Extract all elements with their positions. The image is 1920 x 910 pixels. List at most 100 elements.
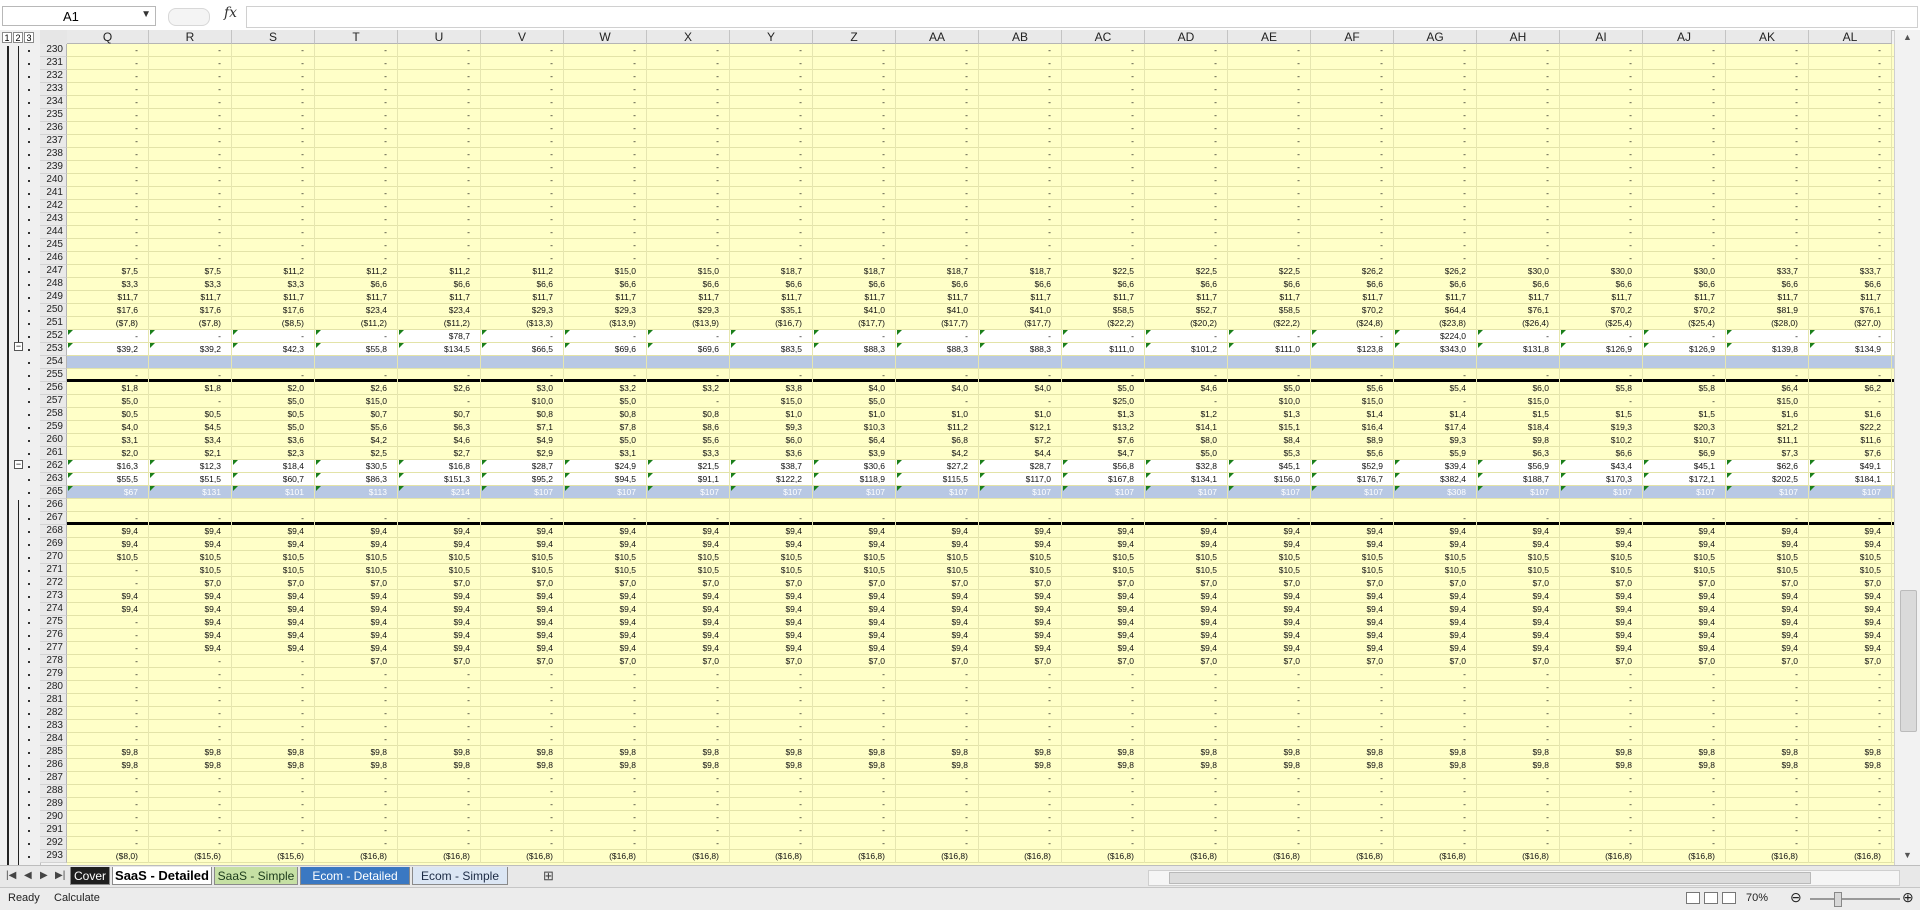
cell[interactable]: - — [647, 226, 730, 239]
cell[interactable]: $11,7 — [1394, 291, 1477, 304]
cell[interactable]: $39,4 — [1394, 460, 1477, 473]
cell[interactable]: $10,5 — [398, 551, 481, 564]
cell[interactable]: $9,4 — [1145, 629, 1228, 642]
cell[interactable]: - — [730, 174, 813, 187]
row-header[interactable]: 278 — [40, 655, 67, 668]
cell[interactable]: - — [398, 694, 481, 707]
cell[interactable]: ($16,8) — [979, 850, 1062, 863]
cell[interactable]: $56,8 — [1062, 460, 1145, 473]
cell[interactable]: - — [232, 785, 315, 798]
cell[interactable]: - — [149, 187, 232, 200]
cell[interactable]: - — [1643, 785, 1726, 798]
cell[interactable]: - — [232, 226, 315, 239]
cell[interactable]: - — [730, 772, 813, 785]
cell[interactable]: $9,4 — [1477, 642, 1560, 655]
cell[interactable]: - — [315, 83, 398, 96]
cell[interactable]: - — [1145, 57, 1228, 70]
cell[interactable]: $23,4 — [398, 304, 481, 317]
cell[interactable]: - — [1145, 785, 1228, 798]
cell[interactable]: $10,5 — [1726, 564, 1809, 577]
cell[interactable]: $11,7 — [1311, 291, 1394, 304]
cell[interactable]: $15,0 — [1311, 395, 1394, 408]
cell[interactable]: - — [1643, 44, 1726, 57]
cell[interactable]: $9,4 — [564, 525, 647, 538]
cell[interactable]: - — [1394, 772, 1477, 785]
cell[interactable]: - — [398, 395, 481, 408]
cell[interactable]: - — [1726, 187, 1809, 200]
cell[interactable]: $49,1 — [1809, 460, 1892, 473]
cell[interactable]: - — [1311, 57, 1394, 70]
cell[interactable] — [1228, 499, 1311, 512]
cell[interactable]: - — [149, 135, 232, 148]
cell[interactable]: - — [1145, 148, 1228, 161]
cell[interactable]: - — [315, 109, 398, 122]
cell[interactable]: - — [647, 720, 730, 733]
cell[interactable]: $1,3 — [1062, 408, 1145, 421]
cell[interactable]: $9,4 — [1062, 525, 1145, 538]
cell[interactable]: $58,5 — [1228, 304, 1311, 317]
cell[interactable]: - — [647, 174, 730, 187]
cell[interactable]: $5,0 — [232, 395, 315, 408]
cell[interactable]: - — [149, 655, 232, 668]
cell[interactable]: - — [1228, 252, 1311, 265]
cell[interactable]: - — [398, 239, 481, 252]
cell[interactable]: - — [813, 733, 896, 746]
cell[interactable]: - — [67, 629, 149, 642]
cell[interactable]: - — [1477, 226, 1560, 239]
cell[interactable]: - — [979, 122, 1062, 135]
cell[interactable]: ($16,8) — [1809, 850, 1892, 863]
cell[interactable]: $1,8 — [67, 382, 149, 395]
cell[interactable]: $9,4 — [398, 629, 481, 642]
cell[interactable]: - — [813, 369, 896, 382]
cell[interactable]: - — [398, 785, 481, 798]
cell[interactable]: - — [1477, 668, 1560, 681]
cell[interactable]: $9,8 — [647, 759, 730, 772]
cell[interactable]: - — [1062, 161, 1145, 174]
cell[interactable]: $10,2 — [1560, 434, 1643, 447]
cell[interactable]: - — [1311, 44, 1394, 57]
row-header[interactable]: 255 — [40, 369, 67, 382]
cell[interactable]: - — [896, 187, 979, 200]
cell[interactable]: - — [896, 57, 979, 70]
row-header[interactable]: 271 — [40, 564, 67, 577]
row-header[interactable]: 233 — [40, 83, 67, 96]
cell[interactable]: $16,4 — [1311, 421, 1394, 434]
cell[interactable]: - — [813, 44, 896, 57]
cell[interactable]: $9,4 — [896, 616, 979, 629]
cell[interactable]: $113 — [315, 486, 398, 499]
cell[interactable]: - — [1726, 707, 1809, 720]
cell[interactable]: $15,0 — [1726, 395, 1809, 408]
cell[interactable]: - — [730, 369, 813, 382]
cell[interactable]: - — [1809, 109, 1892, 122]
cell[interactable]: $11,7 — [1145, 291, 1228, 304]
cell[interactable]: - — [1809, 733, 1892, 746]
cell[interactable]: - — [149, 57, 232, 70]
cell[interactable]: $11,2 — [315, 265, 398, 278]
cell[interactable] — [813, 356, 896, 369]
cell[interactable]: - — [1643, 83, 1726, 96]
cell[interactable]: $9,8 — [1477, 746, 1560, 759]
cell[interactable]: - — [149, 707, 232, 720]
row-header[interactable]: 290 — [40, 811, 67, 824]
cell[interactable]: - — [398, 824, 481, 837]
first-sheet-icon[interactable]: |◀ — [6, 870, 16, 881]
cell[interactable]: - — [232, 57, 315, 70]
cell[interactable]: $6,6 — [564, 278, 647, 291]
cell[interactable]: $6,6 — [1809, 278, 1892, 291]
cell[interactable]: $11,7 — [813, 291, 896, 304]
cell[interactable]: - — [1809, 772, 1892, 785]
cell[interactable]: - — [1228, 707, 1311, 720]
cell[interactable]: - — [232, 96, 315, 109]
cell[interactable]: - — [1145, 837, 1228, 850]
cell[interactable] — [67, 499, 149, 512]
cell[interactable]: - — [1726, 330, 1809, 343]
cell[interactable] — [647, 356, 730, 369]
cell[interactable]: $9,4 — [647, 629, 730, 642]
cell[interactable]: $9,4 — [564, 629, 647, 642]
cell[interactable] — [1228, 356, 1311, 369]
cell[interactable]: $9,4 — [1643, 590, 1726, 603]
cell[interactable]: - — [730, 707, 813, 720]
cell[interactable]: - — [67, 330, 149, 343]
cell[interactable]: - — [979, 44, 1062, 57]
cell[interactable]: - — [1560, 252, 1643, 265]
